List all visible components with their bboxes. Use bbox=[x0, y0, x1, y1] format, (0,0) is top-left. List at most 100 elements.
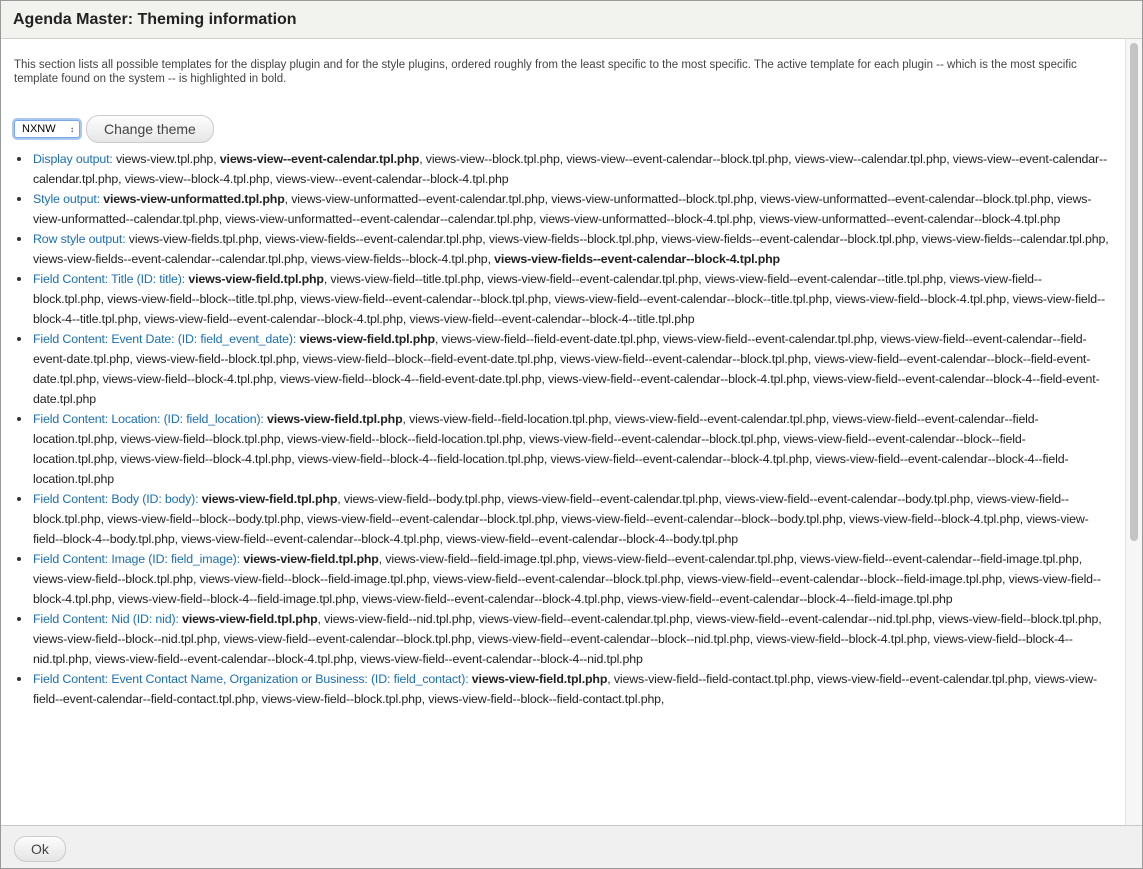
plugin-label: Display output: bbox=[33, 152, 113, 166]
template-name: views-view-field--event-calendar--block-… bbox=[554, 292, 829, 306]
template-name: views-view-field--block--title.tpl.php bbox=[107, 292, 294, 306]
template-name: views-view-field--event-calendar--block-… bbox=[95, 652, 354, 666]
plugin-label: Field Content: Location: (ID: field_loca… bbox=[33, 412, 264, 426]
template-name: views-view-field--event-calendar.tpl.php bbox=[614, 412, 826, 426]
list-item: Field Content: Event Contact Name, Organ… bbox=[14, 669, 1109, 709]
template-name: views-view-field--block-4.tpl.php bbox=[102, 372, 274, 386]
template-name: views-view-field--field-image.tpl.php bbox=[385, 552, 577, 566]
ok-button[interactable]: Ok bbox=[14, 836, 66, 862]
theme-form: NXNW ↕ Change theme bbox=[14, 115, 214, 143]
active-template-name: views-view-field.tpl.php bbox=[182, 612, 318, 626]
template-name: views-view-field--block.tpl.php bbox=[938, 612, 1099, 626]
template-name: views-view-unformatted--event-calendar--… bbox=[225, 212, 533, 226]
scrollbar[interactable] bbox=[1125, 39, 1142, 825]
plugin-label: Field Content: Body (ID: body): bbox=[33, 492, 199, 506]
dialog-content: This section lists all possible template… bbox=[1, 39, 1127, 825]
template-name: views-view-unformatted--event-calendar--… bbox=[760, 192, 1051, 206]
template-name: views-view--event-calendar--block-4.tpl.… bbox=[275, 172, 509, 186]
template-name: views-view-field--block-4--field-image.t… bbox=[117, 592, 356, 606]
template-name: views-view-field--event-calendar--block-… bbox=[144, 312, 403, 326]
active-template-name: views-view-field.tpl.php bbox=[188, 272, 324, 286]
active-template-name: views-view-field.tpl.php bbox=[299, 332, 435, 346]
list-item: Field Content: Image (ID: field_image): … bbox=[14, 549, 1109, 609]
template-name: views-view-field--title.tpl.php bbox=[330, 272, 481, 286]
list-item: Row style output: views-view-fields.tpl.… bbox=[14, 229, 1109, 269]
list-item: Field Content: Body (ID: body): views-vi… bbox=[14, 489, 1109, 549]
active-template-name: views-view-field.tpl.php bbox=[243, 552, 379, 566]
template-name: views-view-field--event-calendar--field-… bbox=[800, 552, 1079, 566]
list-item: Style output: views-view-unformatted.tpl… bbox=[14, 189, 1109, 229]
active-template-name: views-view-unformatted.tpl.php bbox=[103, 192, 285, 206]
template-name: views-view-field--event-calendar--block-… bbox=[561, 512, 843, 526]
template-name: views-view-field--event-calendar--block.… bbox=[300, 292, 548, 306]
plugin-label: Field Content: Image (ID: field_image): bbox=[33, 552, 240, 566]
template-name: views-view-field--event-calendar.tpl.php bbox=[582, 552, 794, 566]
template-name: views-view-field--event-calendar--block-… bbox=[477, 632, 750, 646]
template-name: views-view-field--event-calendar.tpl.php bbox=[817, 672, 1028, 686]
template-name: views-view-field--event-calendar--title.… bbox=[704, 272, 943, 286]
active-template-name: views-view-field.tpl.php bbox=[471, 672, 608, 686]
template-name: views-view-field--event-calendar--block-… bbox=[181, 532, 440, 546]
scrollbar-thumb[interactable] bbox=[1130, 43, 1138, 541]
template-name: views-view-field--block--field-location.… bbox=[287, 432, 523, 446]
template-name: views-view-field--block--body.tpl.php bbox=[107, 512, 301, 526]
template-name: views-view-field--field-contact.tpl.php bbox=[613, 672, 811, 686]
template-name: views-view-field--block-4.tpl.php bbox=[120, 452, 292, 466]
template-name: views-view-field--event-calendar--nid.tp… bbox=[696, 612, 932, 626]
template-name: views-view-field--nid.tpl.php bbox=[324, 612, 472, 626]
list-item: Field Content: Title (ID: title): views-… bbox=[14, 269, 1109, 329]
plugin-label: Field Content: Event Contact Name, Organ… bbox=[33, 672, 469, 686]
template-name: views-view-field--event-calendar--block-… bbox=[360, 652, 643, 666]
template-name: views-view-fields--calendar.tpl.php bbox=[921, 232, 1106, 246]
template-name: views-view-fields--block-4.tpl.php bbox=[310, 252, 488, 266]
template-name: views-view-field--block-4--field-locatio… bbox=[297, 452, 544, 466]
template-name: views-view-field--block--field-image.tpl… bbox=[199, 572, 427, 586]
dialog-title: Agenda Master: Theming information bbox=[13, 11, 297, 28]
description: This section lists all possible template… bbox=[14, 59, 1077, 85]
plugin-label: Field Content: Event Date: (ID: field_ev… bbox=[33, 332, 297, 346]
template-name: views-view-field--block-4.tpl.php bbox=[756, 632, 927, 646]
template-name: views-view-field--block-4--field-event-d… bbox=[279, 372, 542, 386]
template-name: views-view-fields--block.tpl.php bbox=[488, 232, 655, 246]
template-name: views-view-field--body.tpl.php bbox=[343, 492, 501, 506]
template-name: views-view-fields.tpl.php bbox=[128, 232, 259, 246]
template-name: views-view-field--block-4.tpl.php bbox=[835, 292, 1007, 306]
template-name: views-view--block-4.tpl.php bbox=[124, 172, 270, 186]
template-name: views-view-unformatted--block-4.tpl.php bbox=[539, 212, 753, 226]
template-name: views-view-field--event-calendar.tpl.php bbox=[478, 612, 690, 626]
template-name: views-view-field--event-calendar--block-… bbox=[687, 572, 1002, 586]
plugin-label: Row style output: bbox=[33, 232, 126, 246]
plugin-label: Style output: bbox=[33, 192, 100, 206]
select-arrows-icon: ↕ bbox=[70, 124, 74, 134]
template-name: views-view--block.tpl.php bbox=[425, 152, 560, 166]
dialog-titlebar: Agenda Master: Theming information bbox=[1, 1, 1142, 39]
theme-select[interactable]: NXNW ↕ bbox=[14, 120, 80, 138]
template-name: views-view-field--event-calendar--block-… bbox=[550, 452, 809, 466]
template-name: views-view-unformatted--event-calendar.t… bbox=[291, 192, 545, 206]
template-name: views-view-fields--event-calendar.tpl.ph… bbox=[265, 232, 483, 246]
template-name: views-view.tpl.php bbox=[116, 152, 214, 166]
template-name: views-view-field--event-calendar--block-… bbox=[627, 592, 953, 606]
active-template-name: views-view-fields--event-calendar--block… bbox=[494, 252, 780, 266]
template-name: views-view-field--block.tpl.php bbox=[261, 692, 422, 706]
template-name: views-view-field--event-calendar--block.… bbox=[432, 572, 681, 586]
plugin-label: Field Content: Nid (ID: nid): bbox=[33, 612, 179, 626]
list-item: Field Content: Nid (ID: nid): views-view… bbox=[14, 609, 1109, 669]
change-theme-button[interactable]: Change theme bbox=[86, 115, 214, 143]
template-name: views-view-field--field-location.tpl.php bbox=[409, 412, 609, 426]
template-name: views-view-unformatted--block.tpl.php bbox=[551, 192, 754, 206]
template-name: views-view-field--event-calendar--block.… bbox=[529, 432, 777, 446]
dialog-footer: Ok bbox=[1, 825, 1142, 868]
theme-select-value: NXNW bbox=[22, 123, 56, 135]
active-template-name: views-view-field.tpl.php bbox=[201, 492, 338, 506]
template-name: views-view-fields--event-calendar--block… bbox=[661, 232, 916, 246]
template-name: views-view-field--field-event-date.tpl.p… bbox=[441, 332, 657, 346]
template-name: views-view--event-calendar--block.tpl.ph… bbox=[566, 152, 789, 166]
template-name: views-view-field--event-calendar--block-… bbox=[409, 312, 695, 326]
template-name: views-view--calendar.tpl.php bbox=[794, 152, 947, 166]
template-name: views-view-field--block.tpl.php bbox=[33, 572, 193, 586]
template-name: views-view-field--event-calendar--body.t… bbox=[725, 492, 970, 506]
template-name: views-view-unformatted--event-calendar--… bbox=[759, 212, 1061, 226]
template-name: views-view-field--block--nid.tpl.php bbox=[33, 632, 217, 646]
active-template-name: views-view--event-calendar.tpl.php bbox=[219, 152, 420, 166]
